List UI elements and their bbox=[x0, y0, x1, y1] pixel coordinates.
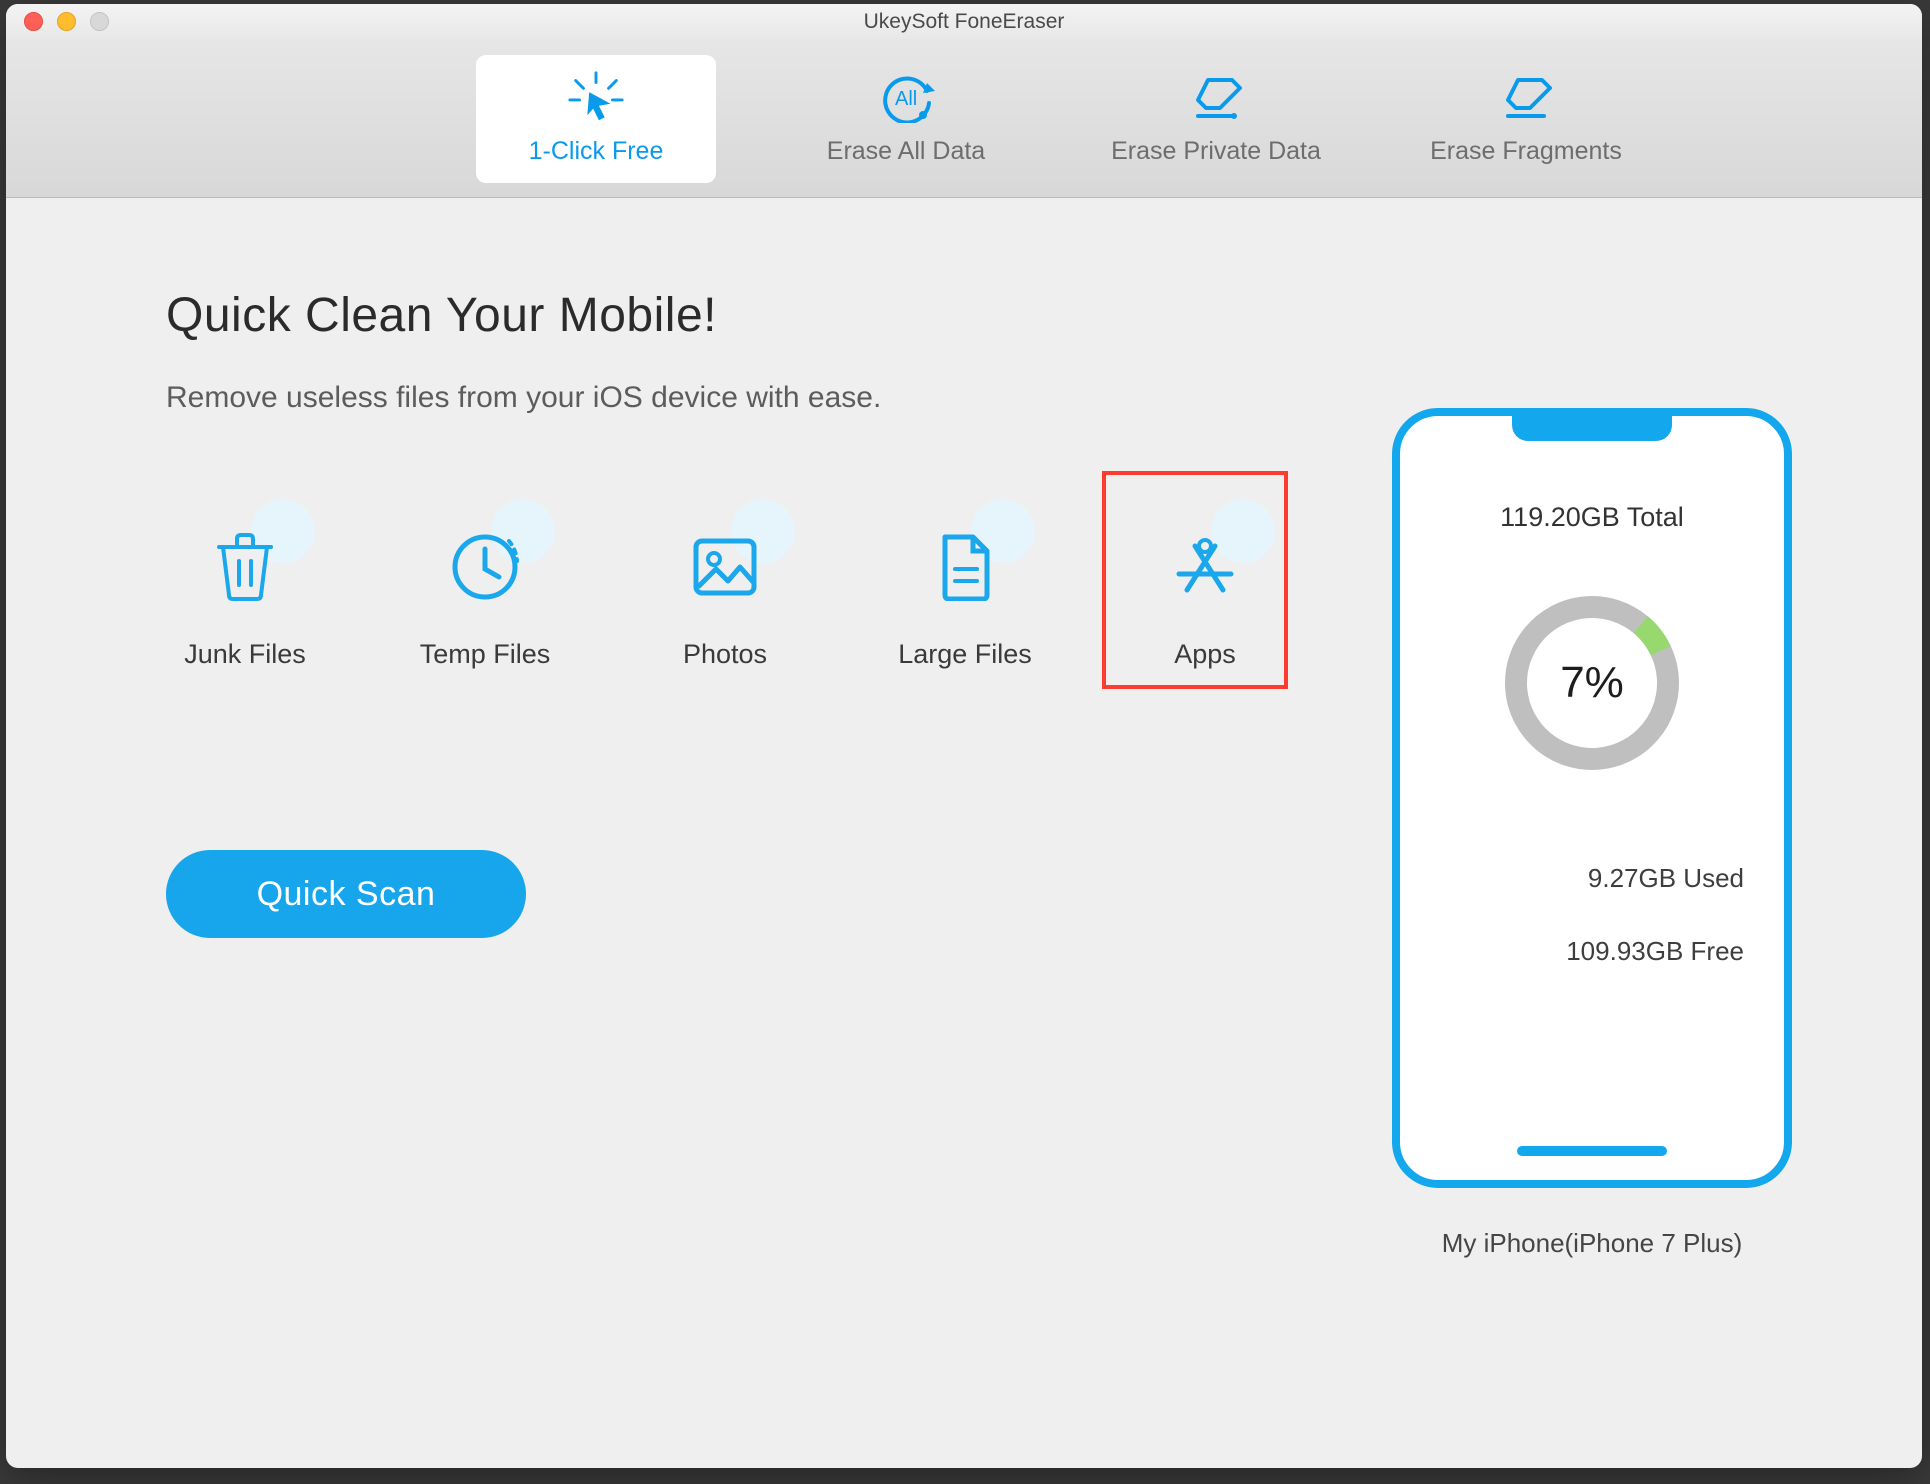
tab-erase-fragments[interactable]: Erase Fragments bbox=[1406, 55, 1646, 183]
storage-used: 9.27GB Used bbox=[1400, 863, 1784, 894]
tab-erase-private-data[interactable]: Erase Private Data bbox=[1096, 55, 1336, 183]
category-junk-files[interactable]: Junk Files bbox=[180, 525, 310, 670]
svg-text:All: All bbox=[895, 88, 917, 110]
app-window: UkeySoft FoneEraser 1-Click Free bbox=[6, 4, 1922, 1468]
window-title: UkeySoft FoneEraser bbox=[6, 10, 1922, 34]
category-apps[interactable]: Apps bbox=[1140, 525, 1270, 670]
category-label: Temp Files bbox=[420, 639, 551, 670]
trash-icon bbox=[215, 533, 275, 601]
phone-home-indicator bbox=[1517, 1146, 1667, 1156]
toolbar: 1-Click Free All Erase All Data bbox=[6, 40, 1922, 198]
tab-1-click-free[interactable]: 1-Click Free bbox=[476, 55, 716, 183]
file-icon bbox=[937, 533, 993, 601]
tab-label: 1-Click Free bbox=[529, 137, 664, 166]
titlebar: UkeySoft FoneEraser bbox=[6, 4, 1922, 40]
category-large-files[interactable]: Large Files bbox=[900, 525, 1030, 670]
tab-label: Erase Private Data bbox=[1111, 137, 1321, 166]
cursor-sparkle-icon bbox=[566, 71, 626, 123]
tab-label: Erase All Data bbox=[827, 137, 985, 166]
main-content: Quick Clean Your Mobile! Remove useless … bbox=[6, 198, 1922, 1468]
tab-erase-all-data[interactable]: All Erase All Data bbox=[786, 55, 1026, 183]
clock-icon bbox=[449, 531, 521, 603]
image-icon bbox=[692, 537, 758, 597]
erase-all-icon: All bbox=[876, 71, 936, 123]
button-label: Quick Scan bbox=[257, 875, 436, 914]
storage-total: 119.20GB Total bbox=[1500, 502, 1684, 533]
category-temp-files[interactable]: Temp Files bbox=[420, 525, 550, 670]
tab-label: Erase Fragments bbox=[1430, 137, 1622, 166]
storage-ring: 7% bbox=[1492, 583, 1692, 783]
storage-free: 109.93GB Free bbox=[1400, 936, 1784, 967]
category-label: Photos bbox=[683, 639, 767, 670]
erase-private-icon bbox=[1186, 71, 1246, 123]
phone-notch bbox=[1512, 415, 1672, 441]
category-label: Large Files bbox=[898, 639, 1032, 670]
page-heading: Quick Clean Your Mobile! bbox=[166, 288, 1832, 343]
quick-scan-button[interactable]: Quick Scan bbox=[166, 850, 526, 938]
device-panel: 119.20GB Total 7% 9.27GB Used 109.93GB F… bbox=[1392, 408, 1792, 1188]
device-name: My iPhone(iPhone 7 Plus) bbox=[1392, 1228, 1792, 1259]
category-label: Junk Files bbox=[184, 639, 306, 670]
erase-fragments-icon bbox=[1496, 71, 1556, 123]
storage-percent: 7% bbox=[1492, 583, 1692, 783]
apps-icon bbox=[1171, 536, 1239, 598]
category-photos[interactable]: Photos bbox=[660, 525, 790, 670]
